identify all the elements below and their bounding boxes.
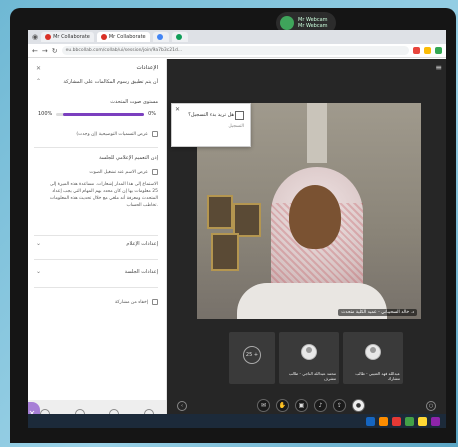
- open-panel-icon[interactable]: ‹: [177, 401, 187, 411]
- volume-min-label: 0%: [148, 111, 156, 117]
- volume-max-label: 100%: [38, 111, 53, 117]
- participant-tile[interactable]: محمد عبدالله الناجي - طالب مشرف: [279, 332, 339, 384]
- browser-tab-1[interactable]: Mr Collaborate: [41, 32, 94, 42]
- panel-title: الإعدادات: [136, 65, 158, 71]
- browser-tab-4[interactable]: [171, 32, 188, 42]
- captions-label: عرض التسميات التوضيحية (إن وجدت): [76, 131, 148, 137]
- participant-tile[interactable]: عبدالله فهد العتيبي - طالب مشارك: [343, 332, 403, 384]
- participant-avatar: [301, 344, 317, 360]
- session-settings-heading[interactable]: إعدادات الجلسة: [125, 269, 158, 275]
- extension-icon[interactable]: [413, 47, 420, 54]
- section-heading: أن يتم تطبيق رسوم المكالمات على المشاركة: [63, 79, 158, 85]
- camera-off-icon[interactable]: ▣: [295, 399, 308, 412]
- browser-tab-bar: ◉ Mr Collaborate Mr Collaborate: [28, 30, 446, 44]
- browser-tab-3[interactable]: [152, 32, 169, 42]
- speaker-figure: [289, 185, 341, 249]
- hide-share-checkbox[interactable]: [152, 299, 158, 305]
- chevron-down-icon[interactable]: ⌄: [36, 240, 41, 247]
- hand-icon[interactable]: ✋: [276, 399, 289, 412]
- chevron-up-icon[interactable]: ⌃: [36, 78, 41, 85]
- meeting-controls: ✉ ✋ ▣ ♪ ⇪ ●: [257, 399, 365, 412]
- volume-fill: [63, 112, 145, 116]
- audio-settings-heading[interactable]: إعدادات الإعلام: [126, 241, 158, 247]
- video-background: [307, 103, 327, 163]
- tab-favicon-icon: [100, 34, 107, 40]
- browser-tab-2[interactable]: Mr Collaborate: [96, 32, 150, 42]
- captions-option[interactable]: عرض التسميات التوضيحية (إن وجدت): [76, 131, 158, 137]
- back-icon[interactable]: ←: [32, 47, 38, 55]
- close-panel-icon[interactable]: ✕: [36, 65, 41, 72]
- popup-subtitle[interactable]: التسجيل: [228, 124, 244, 129]
- os-taskbar: [28, 414, 446, 428]
- tab-favicon-icon: [156, 34, 163, 40]
- wall-portrait: [207, 195, 233, 229]
- divider: [34, 147, 158, 148]
- settings-panel: الإعدادات ✕ أن يتم تطبيق رسوم المكالمات …: [28, 59, 167, 428]
- webcam-label-2: Mr Webcam: [298, 23, 328, 29]
- participant-avatar: [365, 344, 381, 360]
- extension-icon[interactable]: [435, 47, 442, 54]
- show-name-option[interactable]: عرض الاسم عند تشغيل الصوت: [89, 169, 158, 175]
- divider: [34, 287, 158, 288]
- hide-share-option[interactable]: إخفاء من مشاركة: [115, 299, 158, 305]
- wall-portrait: [211, 233, 239, 271]
- divider: [34, 259, 158, 260]
- taskbar-app-icon[interactable]: [392, 416, 401, 426]
- speaker-volume-label: مستوى صوت المتحدث: [110, 99, 158, 105]
- tab-favicon-icon: [175, 34, 182, 40]
- settings-description: الاستماع إلى هذا المدار إشعارات. مساعدة …: [49, 182, 158, 208]
- participant-role: مشارك: [387, 376, 400, 381]
- avatar-icon[interactable]: ●: [352, 399, 365, 412]
- tab-favicon-icon: [45, 34, 52, 40]
- speaker-volume-slider[interactable]: 100% 0%: [38, 109, 156, 119]
- participant-role: مشرف: [323, 376, 336, 381]
- recording-popup: ✕ هل تريد بدء التسجيل؟ التسجيل: [171, 103, 251, 147]
- browser-address-bar: ← → ↻ eu.bbcollab.com/collab/ui/session/…: [28, 44, 446, 58]
- session-menu-icon[interactable]: ≡: [435, 63, 442, 72]
- taskbar-app-icon[interactable]: [431, 416, 440, 426]
- extension-icon[interactable]: [424, 47, 431, 54]
- show-name-checkbox[interactable]: [152, 169, 158, 175]
- tab-list-icon[interactable]: ◉: [32, 33, 38, 41]
- reload-icon[interactable]: ↻: [52, 47, 58, 55]
- popup-title: هل تريد بدء التسجيل؟: [188, 112, 234, 118]
- webcam-logo-icon: [280, 16, 294, 30]
- divider: [34, 235, 158, 236]
- show-name-label: عرض الاسم عند تشغيل الصوت: [89, 169, 148, 175]
- taskbar-app-icon[interactable]: [418, 416, 427, 426]
- share-icon[interactable]: ⇪: [333, 399, 346, 412]
- forward-icon[interactable]: →: [42, 47, 48, 55]
- more-participants-tile[interactable]: 25 +: [229, 332, 275, 384]
- captions-checkbox[interactable]: [152, 131, 158, 137]
- chat-icon[interactable]: ✉: [257, 399, 270, 412]
- taskbar-app-icon[interactable]: [405, 416, 414, 426]
- hide-share-label: إخفاء من مشاركة: [114, 299, 148, 305]
- volume-track[interactable]: [56, 112, 145, 116]
- chevron-down-icon[interactable]: ⌄: [36, 268, 41, 275]
- close-popup-icon[interactable]: ✕: [175, 106, 180, 113]
- more-participants-count: 25 +: [243, 346, 261, 364]
- section-heading: إذن التعميم الإعلامي للجلسة: [99, 155, 158, 161]
- wall-portrait: [233, 203, 261, 237]
- url-field[interactable]: eu.bbcollab.com/collab/ui/session/join/9…: [61, 46, 409, 55]
- speaker-name-tag: د. خالد السحيباني - عميد الكلية متحدث: [338, 309, 417, 316]
- help-icon[interactable]: ○: [426, 401, 436, 411]
- meeting-stage: ≡ د. خالد السحيباني - عميد الكلية متحدث …: [167, 59, 446, 428]
- laptop-screen: ◉ Mr Collaborate Mr Collaborate ← → ↻ eu…: [28, 30, 446, 428]
- taskbar-app-icon[interactable]: [379, 416, 388, 426]
- taskbar-app-icon[interactable]: [366, 416, 375, 426]
- record-icon: [235, 111, 244, 120]
- mic-off-icon[interactable]: ♪: [314, 399, 327, 412]
